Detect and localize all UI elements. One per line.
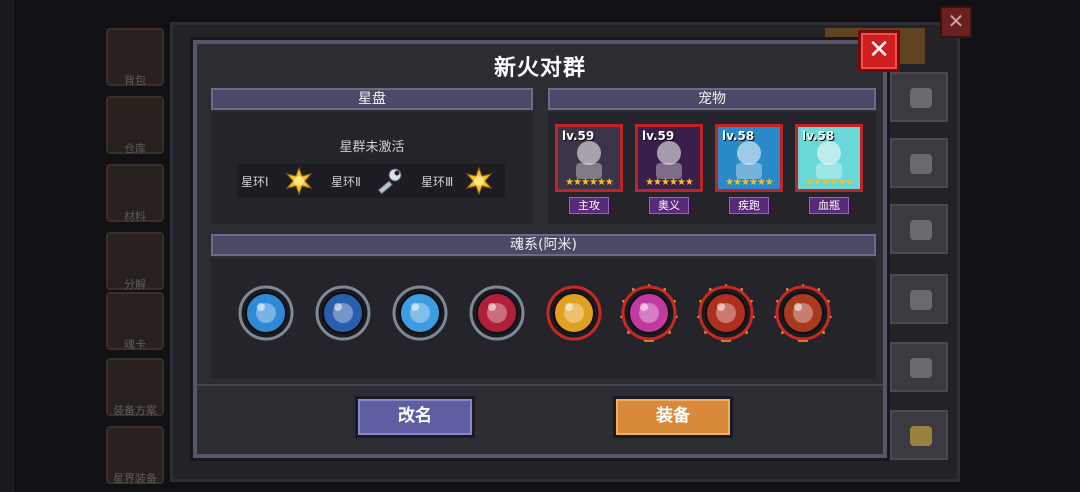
pet-stars: ★★★★★★ xyxy=(805,177,854,188)
star-ring-label: 星环Ⅰ xyxy=(241,175,269,189)
sidebar-item-label: 星界装备 xyxy=(113,472,157,485)
shirt-icon xyxy=(910,358,932,378)
dialog-title: 新火对群 xyxy=(493,56,586,81)
sidebar-item-soul-card[interactable]: 魂卡 xyxy=(106,292,164,351)
sun-icon xyxy=(465,167,493,195)
dragon-icon xyxy=(696,283,756,342)
background-slot xyxy=(890,72,948,122)
pet-stars: ★★★★★★ xyxy=(565,177,614,188)
sidebar-item-astral-gear[interactable]: 星界装备 xyxy=(106,426,164,485)
background-close-button[interactable]: ✕ xyxy=(940,6,972,38)
pet-role-tag: 血瓶 xyxy=(809,197,849,214)
pet-role-tag: 疾跑 xyxy=(729,197,769,214)
sun-icon xyxy=(285,167,313,195)
equip-button[interactable]: 装备 xyxy=(613,396,733,438)
sidebar-item-label: 背包 xyxy=(124,74,146,87)
background-slot xyxy=(890,274,948,324)
coin-icon xyxy=(546,285,602,341)
star-ring-label: 星环Ⅱ xyxy=(331,175,361,189)
shirt-icon xyxy=(910,88,932,108)
heart-icon xyxy=(619,283,679,342)
sidebar-item-materials[interactable]: 材料 xyxy=(106,164,164,223)
sidebar-item-storage[interactable]: 仓库 xyxy=(106,96,164,155)
dialog: 新火对群 ✕ 星盘 星群未激活 星环Ⅰ 星环Ⅱ 星环Ⅲ 宠物 lv.59 ★★★… xyxy=(193,30,900,458)
pet-role-tag: 主攻 xyxy=(569,197,609,214)
soul-orb[interactable] xyxy=(545,284,603,342)
wrench-icon xyxy=(377,168,402,195)
crystal-icon xyxy=(392,285,448,341)
pet-portrait: lv.59 ★★★★★★ xyxy=(635,124,703,192)
pet-portrait: lv.58 ★★★★★★ xyxy=(715,124,783,192)
background-slot xyxy=(890,204,948,254)
pets-header: 宠物 xyxy=(548,88,876,110)
soul-orb[interactable] xyxy=(696,283,756,342)
starplate-status: 星群未激活 xyxy=(339,140,405,155)
sidebar-item-backpack[interactable]: 背包 xyxy=(106,28,164,87)
sidebar-item-label: 装备方案 xyxy=(113,404,157,417)
rune-icon xyxy=(773,283,833,342)
divider xyxy=(197,384,883,386)
background-slot xyxy=(890,138,948,188)
shield-icon xyxy=(315,285,371,341)
sidebar-item-label: 材料 xyxy=(124,210,146,223)
star-ring-row: 星环Ⅰ 星环Ⅱ 星环Ⅲ xyxy=(237,164,505,198)
rename-button[interactable]: 改名 xyxy=(355,396,475,438)
pet-stars: ★★★★★★ xyxy=(645,177,694,188)
sidebar-item-label: 魂卡 xyxy=(124,338,146,351)
pet-level: lv.58 xyxy=(802,129,835,143)
sidebar-item-decompose[interactable]: 分解 xyxy=(106,232,164,291)
pet-card[interactable]: lv.58 ★★★★★★ 疾跑 xyxy=(715,124,783,220)
pet-card[interactable]: lv.58 ★★★★★★ 血瓶 xyxy=(795,124,863,220)
soul-orb[interactable] xyxy=(619,283,679,342)
soul-orb[interactable] xyxy=(773,283,833,342)
shirt-icon xyxy=(910,290,932,310)
pet-stars: ★★★★★★ xyxy=(725,177,774,188)
background-slot xyxy=(890,410,948,460)
soul-orb[interactable] xyxy=(468,284,526,342)
soul-orb[interactable] xyxy=(391,284,449,342)
background-sidebar: 背包 仓库 材料 分解 魂卡 装备方案 星界装备 xyxy=(100,20,170,492)
pet-role-tag: 奥义 xyxy=(649,197,689,214)
pet-level: lv.59 xyxy=(642,129,675,143)
soul-orb[interactable] xyxy=(314,284,372,342)
sidebar-item-label: 仓库 xyxy=(124,142,146,155)
background-slot xyxy=(890,342,948,392)
pet-card[interactable]: lv.59 ★★★★★★ 奥义 xyxy=(635,124,703,220)
pet-level: lv.59 xyxy=(562,129,595,143)
soul-header: 魂系(阿米) xyxy=(211,234,876,256)
pet-portrait: lv.59 ★★★★★★ xyxy=(555,124,623,192)
starplate-header: 星盘 xyxy=(211,88,533,110)
pet-portrait: lv.58 ★★★★★★ xyxy=(795,124,863,192)
pet-card[interactable]: lv.59 ★★★★★★ 主攻 xyxy=(555,124,623,220)
lock-icon xyxy=(910,426,932,446)
game-screen: 背包 仓库 材料 分解 魂卡 装备方案 星界装备 ✕ 新火对群 ✕ 星盘 星群未… xyxy=(0,0,1080,492)
background-edge xyxy=(0,0,14,492)
demon-icon xyxy=(469,285,525,341)
sidebar-item-gear-plan[interactable]: 装备方案 xyxy=(106,358,164,417)
sidebar-item-label: 分解 xyxy=(124,278,146,291)
star-ring-label: 星环Ⅲ xyxy=(421,175,454,189)
soul-orb[interactable] xyxy=(237,284,295,342)
pet-level: lv.58 xyxy=(722,129,755,143)
close-button[interactable]: ✕ xyxy=(858,30,900,72)
book-icon xyxy=(238,285,294,341)
shirt-icon xyxy=(910,154,932,174)
shirt-icon xyxy=(910,220,932,240)
